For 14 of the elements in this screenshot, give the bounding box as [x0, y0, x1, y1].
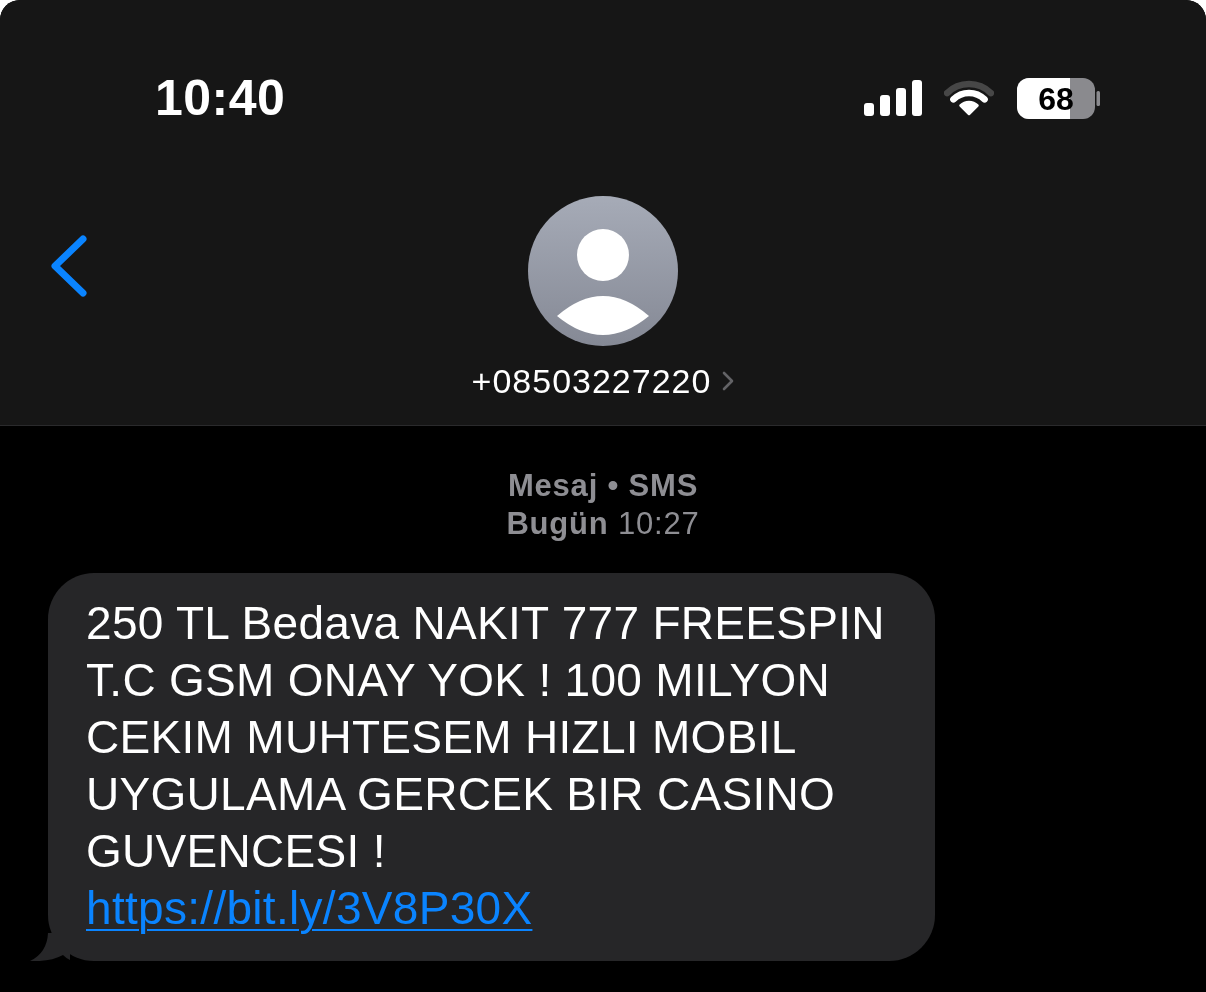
- service-label: Mesaj • SMS: [507, 468, 699, 503]
- back-button[interactable]: [50, 235, 88, 297]
- status-time: 10:40: [155, 70, 286, 126]
- battery-icon: [1017, 77, 1100, 119]
- chevron-left-icon: [50, 235, 88, 297]
- contact-button[interactable]: +08503227220: [471, 361, 735, 401]
- avatar-icon[interactable]: [528, 196, 678, 346]
- timestamp: Bugün 10:27: [506, 506, 700, 541]
- message-link[interactable]: https://bit.ly/3V8P30X: [86, 880, 533, 937]
- chevron-right-icon: [722, 371, 735, 391]
- battery-percent: 68: [1038, 82, 1074, 115]
- signal-icon: [864, 80, 922, 116]
- wifi-icon: [944, 79, 994, 117]
- message-text: 250 TL Bedava NAKIT 777 FREESPIN T.C GSM ONAY YOK ! 100 MILYON CEKIM MUHTESEM HIZLI MOBIL UYGULAMA GERCEK BIR CASINO GUVENCESI ! https://bit.ly/3V8P30X: [86, 595, 926, 937]
